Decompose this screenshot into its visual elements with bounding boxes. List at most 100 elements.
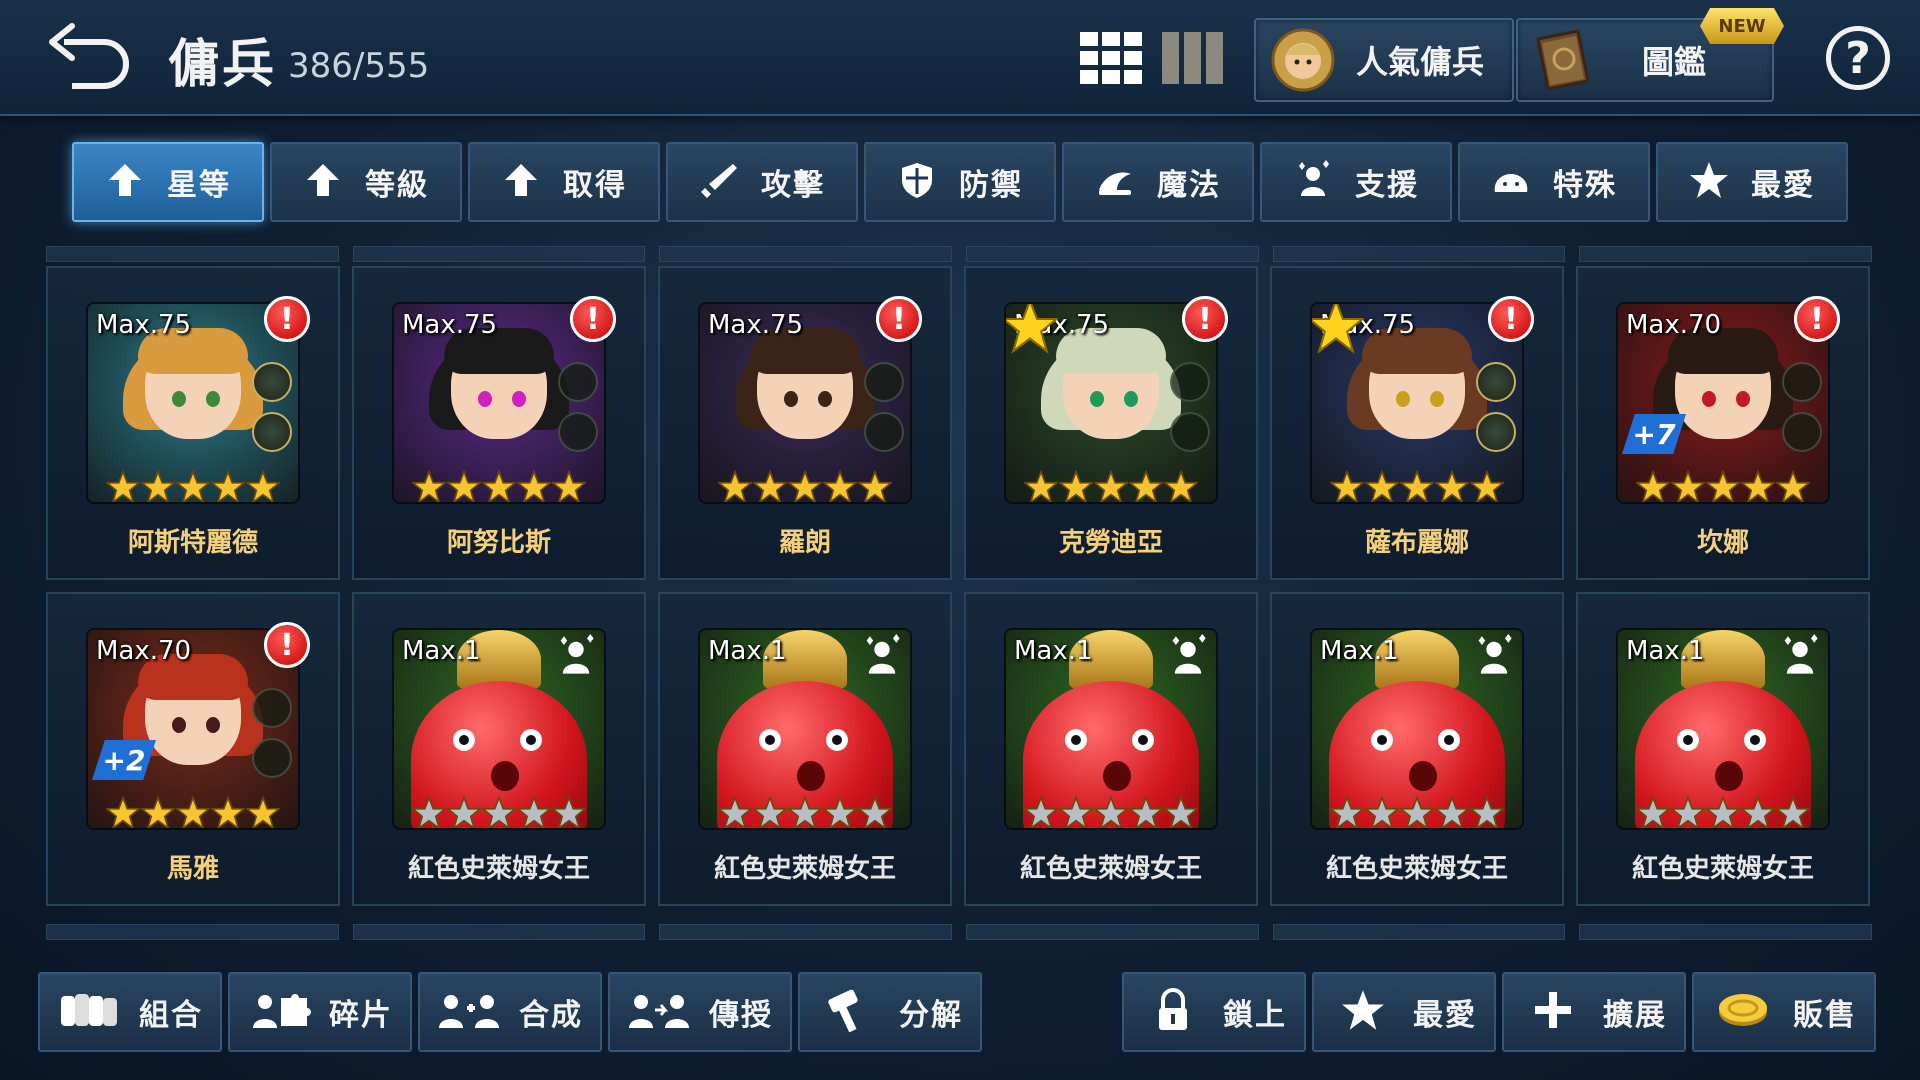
grid-view-button[interactable] [1080,32,1142,84]
star-rating [394,795,604,828]
back-button[interactable] [46,20,136,90]
laurel-face-icon [1271,28,1335,92]
support-class-icon [1778,634,1822,678]
action-button-7[interactable]: 擴展 [1502,972,1686,1052]
mercenary-card[interactable]: Max.1 紅色史萊姆女王 [964,592,1258,906]
star-icon [1704,795,1742,828]
sort-tab-label: 防禦 [959,168,1023,203]
mercenary-card[interactable]: Max.1 紅色史萊姆女王 [658,592,952,906]
mercenary-card[interactable]: Max.1 紅色史萊姆女王 [1270,592,1564,906]
sort-tab-3[interactable]: 攻擊 [666,142,858,222]
max-level-label: Max.1 [402,636,481,666]
book-icon [1536,29,1590,91]
mercenary-name: 坎娜 [1696,528,1749,558]
sort-tab-0[interactable]: 星等 [72,142,264,222]
popular-mercenary-label: 人氣傭兵 [1356,43,1485,81]
support-class-icon [1166,634,1210,678]
column-view-button[interactable] [1162,32,1224,84]
action-button-3[interactable]: 傳授 [608,972,792,1052]
new-badge: NEW [1700,8,1784,44]
star-rating [1312,795,1522,828]
favorite-star-icon [1312,304,1366,354]
sort-tab-label: 等級 [365,168,429,203]
sort-tab-5[interactable]: 魔法 [1062,142,1254,222]
rune-slot-icon [1170,362,1210,402]
mercenary-portrait: Max.75 [700,304,910,502]
rune-slot-icon [1476,412,1516,452]
mercenary-portrait: Max.75 [1006,304,1216,502]
star-icon [821,469,859,502]
star-icon [410,795,448,828]
rune-slot-icon [252,362,292,402]
column-view-icon [1162,32,1223,84]
sort-tab-8[interactable]: 最愛 [1656,142,1848,222]
action-button-1[interactable]: 碎片 [228,972,412,1052]
action-button-0[interactable]: 組合 [38,972,222,1052]
max-level-label: Max.1 [1320,636,1399,666]
mercenary-name: 紅色史萊姆女王 [407,854,590,884]
alert-badge: ! [570,296,616,342]
mercenary-portrait: Max.75 [394,304,604,502]
star-icon [550,795,588,828]
codex-label: 圖鑑 [1642,43,1707,81]
action-button-label: 合成 [519,998,583,1033]
up-arrow-icon [501,160,541,204]
action-button-label: 組合 [139,998,203,1033]
star-icon [515,469,553,502]
action-button-6[interactable]: 最愛 [1312,972,1496,1052]
mercenary-card[interactable]: Max.75! 阿斯特麗德 [46,266,340,580]
star-icon [1669,795,1707,828]
mercenary-card[interactable]: Max.75! 阿努比斯 [352,266,646,580]
star-icon [751,795,789,828]
mercenary-name: 紅色史萊姆女王 [713,854,896,884]
mercenary-card[interactable]: Max.75! 羅朗 [658,266,952,580]
star-icon [716,795,754,828]
max-level-label: Max.1 [1014,636,1093,666]
help-button[interactable]: ? [1826,26,1890,90]
mercenary-card[interactable]: Max.1 紅色史萊姆女王 [1576,592,1870,906]
support-class-icon [1472,634,1516,678]
enhance-plus-badge: +2 [92,740,156,780]
up-arrow-icon [105,160,145,204]
mercenary-card[interactable]: Max.75! 薩布麗娜 [1270,266,1564,580]
mercenary-card[interactable]: Max.75! 克勞迪亞 [964,266,1258,580]
action-button-label: 分解 [899,998,963,1033]
mercenary-name: 阿努比斯 [446,528,551,558]
star-icon [1634,469,1672,502]
action-button-label: 販售 [1793,998,1857,1033]
sort-tab-6[interactable]: 支援 [1260,142,1452,222]
alert-badge: ! [1182,296,1228,342]
star-icon [1398,469,1436,502]
mercenary-portrait: Max.1 [1618,630,1828,828]
action-button-5[interactable]: 鎖上 [1122,972,1306,1052]
star-icon [1433,795,1471,828]
mercenary-portrait: Max.75 [1312,304,1522,502]
action-button-8[interactable]: 販售 [1692,972,1876,1052]
sort-tab-7[interactable]: 特殊 [1458,142,1650,222]
team-icon [57,988,121,1036]
star-icon [174,795,212,828]
action-button-4[interactable]: 分解 [798,972,982,1052]
alert-badge: ! [1794,296,1840,342]
combine-icon [437,988,501,1036]
star-icon [104,469,142,502]
star-rating [1006,795,1216,828]
mercenary-card[interactable]: Max.70 +2! 馬雅 [46,592,340,906]
support-class-icon [554,634,598,678]
sort-tab-1[interactable]: 等級 [270,142,462,222]
star-icon [1022,795,1060,828]
star-icon [856,795,894,828]
star-icon [1689,160,1729,204]
popular-mercenary-button[interactable]: 人氣傭兵 [1254,18,1514,102]
sort-tab-4[interactable]: 防禦 [864,142,1056,222]
rune-slot-icon [1476,362,1516,402]
action-button-2[interactable]: 合成 [418,972,602,1052]
mercenary-card[interactable]: Max.70 +7! 坎娜 [1576,266,1870,580]
mercenary-card[interactable]: Max.1 紅色史萊姆女王 [352,592,646,906]
star-icon [209,469,247,502]
rune-slot-icon [864,362,904,402]
sort-tab-label: 攻擊 [761,168,825,203]
mercenary-name: 紅色史萊姆女王 [1019,854,1202,884]
sort-tab-2[interactable]: 取得 [468,142,660,222]
star-icon [1704,469,1742,502]
